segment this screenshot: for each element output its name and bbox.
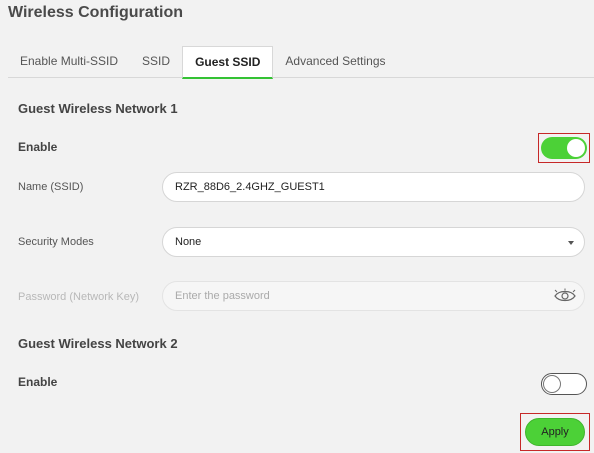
enable-toggle-network-2[interactable] (541, 373, 587, 395)
toggle-knob (543, 375, 561, 393)
security-modes-value: None (175, 236, 202, 248)
password-placeholder: Enter the password (175, 290, 270, 302)
tab-bar: Enable Multi-SSID SSID Guest SSID Advanc… (8, 46, 594, 79)
tab-enable-multi-ssid[interactable]: Enable Multi-SSID (8, 46, 130, 78)
password-label: Password (Network Key) (18, 291, 140, 303)
tab-guest-ssid[interactable]: Guest SSID (182, 46, 274, 79)
section-title-network-2: Guest Wireless Network 2 (18, 336, 178, 351)
security-modes-select[interactable]: None (162, 227, 585, 257)
toggle-knob (567, 139, 585, 157)
page-title: Wireless Configuration (8, 4, 183, 21)
eye-icon[interactable] (554, 288, 576, 304)
enable-label-network-1: Enable (18, 140, 58, 154)
enable-toggle-network-1[interactable] (541, 137, 587, 159)
tab-advanced-settings[interactable]: Advanced Settings (273, 46, 397, 78)
ssid-name-input[interactable]: RZR_88D6_2.4GHZ_GUEST1 (162, 172, 585, 202)
apply-button[interactable]: Apply (525, 418, 585, 446)
enable-label-network-2: Enable (18, 375, 58, 389)
security-modes-label: Security Modes (18, 236, 94, 248)
section-title-network-1: Guest Wireless Network 1 (18, 101, 178, 116)
ssid-name-label: Name (SSID) (18, 181, 84, 193)
tab-ssid[interactable]: SSID (130, 46, 182, 78)
chevron-down-icon (568, 241, 574, 245)
password-input[interactable]: Enter the password (162, 281, 585, 311)
